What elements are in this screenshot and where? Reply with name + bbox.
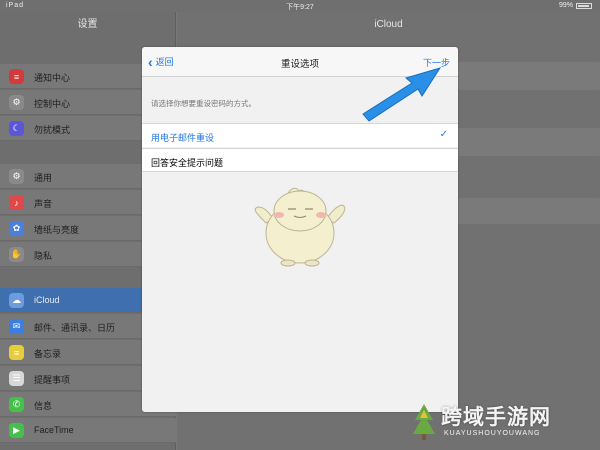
sidebar-item-12[interactable]: ▶ FaceTime bbox=[0, 418, 176, 443]
sidebar-item-label: 勿扰模式 bbox=[34, 125, 71, 135]
sidebar-title: 设置 bbox=[77, 19, 98, 30]
dialog-nav-bar: ‹ 返回 重设选项 下一步 bbox=[142, 47, 458, 77]
battery-indicator: 99% bbox=[559, 2, 592, 9]
sidebar-item-label: 声音 bbox=[34, 199, 53, 209]
sidebar-item-label: 通知中心 bbox=[34, 73, 71, 83]
mail-icon: ✉ bbox=[9, 319, 24, 334]
sidebar-item-label: 控制中心 bbox=[34, 99, 71, 109]
sidebar-item-label: 提醒事项 bbox=[34, 375, 71, 385]
status-time: 下午9:27 bbox=[286, 4, 314, 11]
reminders-icon: ☰ bbox=[9, 371, 24, 386]
flower-icon: ✿ bbox=[9, 221, 24, 236]
notes-icon: ≡ bbox=[9, 345, 24, 360]
sidebar-item-label: 墙纸与亮度 bbox=[34, 225, 80, 235]
battery-percent: 99% bbox=[558, 2, 573, 9]
gear-icon: ⚙ bbox=[9, 169, 24, 184]
site-watermark: 跨域手游网 KUAYUSHOUYOUWANG bbox=[405, 398, 595, 446]
sidebar-item-label: 邮件、通讯录、日历 bbox=[34, 323, 116, 333]
status-bar: iPad 下午9:27 99% bbox=[0, 0, 600, 12]
detail-title: iCloud bbox=[374, 19, 403, 30]
option-email-reset[interactable]: 用电子邮件重设 ✓ bbox=[142, 123, 458, 147]
video-icon: ▶ bbox=[9, 423, 24, 438]
sidebar-item-label: FaceTime bbox=[34, 425, 74, 435]
speaker-icon: ♪ bbox=[9, 195, 24, 210]
option-security-question[interactable]: 回答安全提示问题 bbox=[142, 148, 458, 172]
sidebar-item-label: 通用 bbox=[34, 173, 53, 183]
sidebar-item-label: 信息 bbox=[34, 401, 53, 411]
notification-icon: ≡ bbox=[9, 69, 24, 84]
next-button[interactable]: 下一步 bbox=[423, 56, 450, 69]
control-center-icon: ⚙ bbox=[9, 95, 24, 110]
message-icon: ✆ bbox=[9, 397, 24, 412]
dialog-title: 重设选项 bbox=[280, 59, 319, 70]
moon-icon: ☾ bbox=[9, 121, 24, 136]
option-label: 回答安全提示问题 bbox=[151, 158, 224, 168]
sidebar-item-label: iCloud bbox=[34, 295, 60, 305]
watermark-logo-icon bbox=[413, 404, 435, 440]
sidebar-item-label: 隐私 bbox=[34, 251, 53, 261]
cloud-icon: ☁ bbox=[9, 293, 24, 308]
watermark-subtitle: KUAYUSHOUYOUWANG bbox=[444, 430, 541, 437]
sidebar-item-label: 备忘录 bbox=[34, 349, 62, 359]
battery-icon bbox=[576, 2, 592, 9]
watermark-title: 跨域手游网 bbox=[441, 405, 551, 429]
hand-icon: ✋ bbox=[9, 247, 24, 262]
reset-hint: 请选择你想要重设密码的方式。 bbox=[151, 99, 256, 108]
checkmark-icon: ✓ bbox=[439, 129, 448, 140]
option-label: 用电子邮件重设 bbox=[151, 133, 215, 143]
mascot-illustration bbox=[254, 187, 346, 267]
